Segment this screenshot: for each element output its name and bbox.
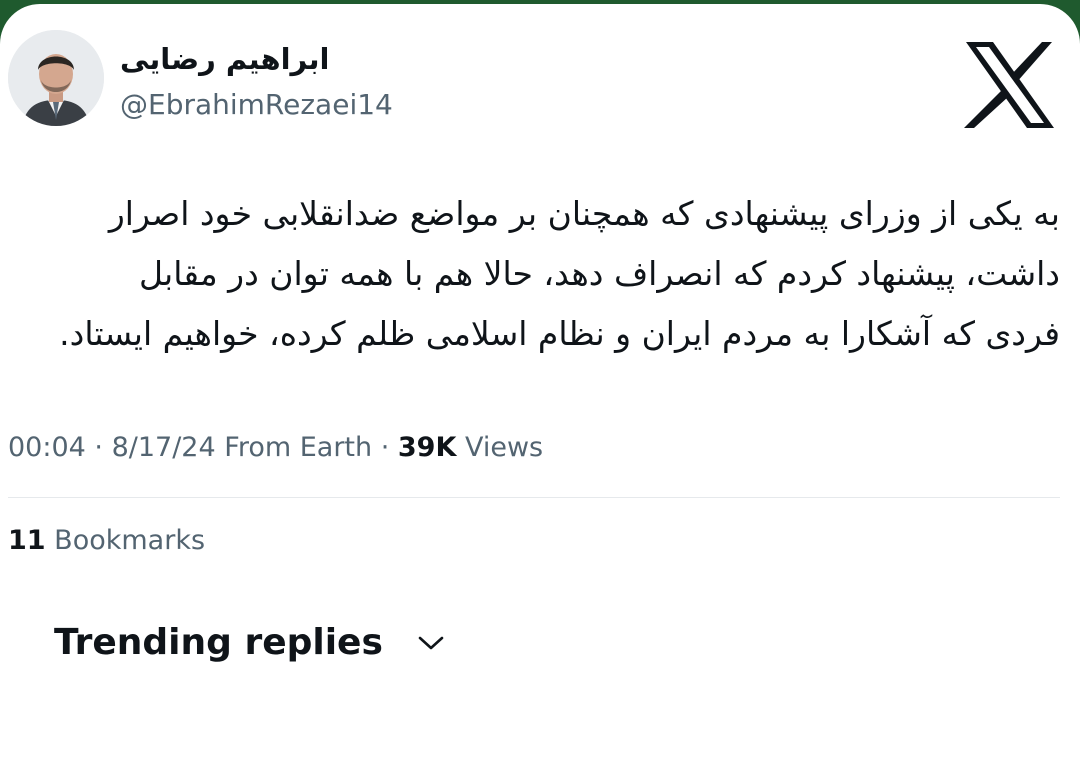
author-avatar[interactable] bbox=[8, 30, 104, 126]
tweet-text-line: داشت، پیشنهاد کردم که انصراف دهد، حالا ه… bbox=[139, 254, 1060, 293]
meta-separator: · bbox=[372, 432, 398, 463]
tweet-card: ابراهیم رضایی @EbrahimRezaei14 به یکی از… bbox=[0, 4, 1080, 757]
author-display-name[interactable]: ابراهیم رضایی bbox=[120, 42, 329, 76]
x-logo-icon[interactable] bbox=[962, 40, 1058, 130]
divider bbox=[8, 497, 1060, 498]
tweet-text-line: فردی که آشکارا به مردم ایران و نظام اسلا… bbox=[59, 314, 1060, 353]
replies-sort-dropdown[interactable]: Trending replies bbox=[54, 622, 449, 663]
author-handle[interactable]: @EbrahimRezaei14 bbox=[120, 88, 393, 121]
replies-sort-label: Trending replies bbox=[54, 622, 383, 663]
tweet-meta: 00:04 · 8/17/24 From Earth · 39K Views bbox=[8, 432, 543, 463]
bookmarks-label: Bookmarks bbox=[54, 525, 206, 556]
views-count[interactable]: 39K bbox=[398, 432, 457, 463]
tweet-source: From Earth bbox=[224, 432, 373, 463]
chevron-down-icon bbox=[418, 636, 444, 649]
tweet-text-line: به یکی از وزرای پیشنهادی که همچنان بر مو… bbox=[108, 194, 1060, 233]
meta-separator: · bbox=[85, 432, 112, 463]
tweet-time[interactable]: 00:04 bbox=[8, 432, 86, 463]
user-avatar-icon bbox=[8, 30, 104, 126]
bookmarks-count: 11 bbox=[8, 525, 46, 556]
bookmarks-stat[interactable]: 11 Bookmarks bbox=[8, 525, 205, 556]
tweet-text: به یکی از وزرای پیشنهادی که همچنان بر مو… bbox=[20, 184, 1060, 364]
views-label[interactable]: Views bbox=[465, 432, 543, 463]
tweet-date[interactable]: 8/17/24 bbox=[112, 432, 216, 463]
